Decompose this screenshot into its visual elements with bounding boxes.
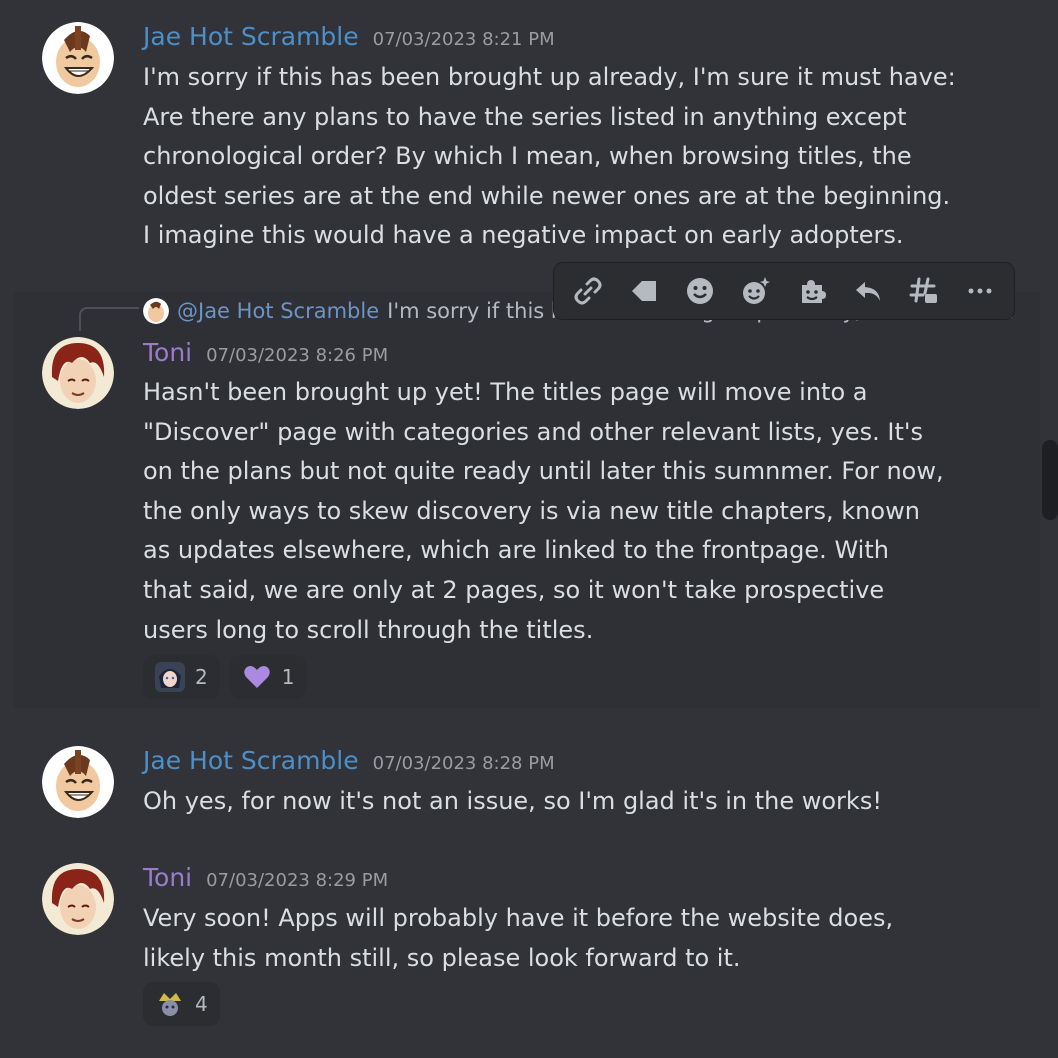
username[interactable]: Jae Hot Scramble [143,746,359,775]
username[interactable]: Toni [143,863,192,892]
username[interactable]: Toni [143,338,192,367]
message-text: I'm sorry if this has been brought up al… [143,63,956,250]
message-text: Very soon! Apps will probably have it be… [143,904,894,972]
super-reaction-button[interactable] [731,268,781,314]
reply-connector [79,307,139,331]
app-reaction-button[interactable] [787,268,837,314]
chat-log: Jae Hot Scramble 07/03/2023 8:21 PM I'm … [0,0,1058,1058]
reply-button[interactable] [843,268,893,314]
reply-avatar [143,298,169,324]
avatar-jae[interactable] [42,22,114,94]
reaction-button[interactable]: 4 [143,982,220,1026]
purple-heart-icon [242,662,272,692]
smiley-icon [687,278,713,304]
message-text: Hasn't been brought up yet! The titles p… [143,378,944,644]
link-icon [574,277,602,305]
reaction-count: 2 [195,665,208,689]
thread-icon [909,277,937,303]
timestamp: 07/03/2023 8:28 PM [372,753,555,774]
sparkle-smiley-icon [743,277,770,304]
more-options-button[interactable] [955,268,1005,314]
reaction-count: 1 [281,665,295,689]
timestamp: 07/03/2023 8:29 PM [206,870,389,891]
add-reaction-button[interactable] [675,268,725,314]
avatar-toni[interactable] [42,863,114,935]
username[interactable]: Jae Hot Scramble [143,22,359,51]
message-1: Jae Hot Scramble 07/03/2023 8:21 PM I'm … [0,0,1058,262]
puzzle-smiley-icon [802,280,826,303]
reactions: 2 1 [143,655,307,699]
create-thread-button[interactable] [899,268,949,314]
custom-crown-emoji-icon [155,989,185,1019]
custom-character-emoji-icon [155,662,185,692]
scrollbar-thumb[interactable] [1042,440,1058,520]
avatar-jae[interactable] [42,746,114,818]
avatar-toni[interactable] [42,337,114,409]
timestamp: 07/03/2023 8:21 PM [372,29,555,50]
timestamp: 07/03/2023 8:26 PM [206,345,389,366]
copy-link-button[interactable] [563,268,613,314]
reactions: 4 [143,982,220,1026]
ellipsis-icon [968,288,992,294]
reaction-button[interactable]: 2 [143,655,220,699]
message-text: Oh yes, for now it's not an issue, so I'… [143,787,882,815]
flag-icon [632,281,656,301]
message-actions-toolbar [553,262,1015,320]
reply-mention[interactable]: @Jae Hot Scramble [177,299,379,323]
mark-unread-button[interactable] [619,268,669,314]
reaction-count: 4 [195,992,208,1016]
reaction-button[interactable]: 1 [229,655,307,699]
reply-arrow-icon [856,282,880,301]
